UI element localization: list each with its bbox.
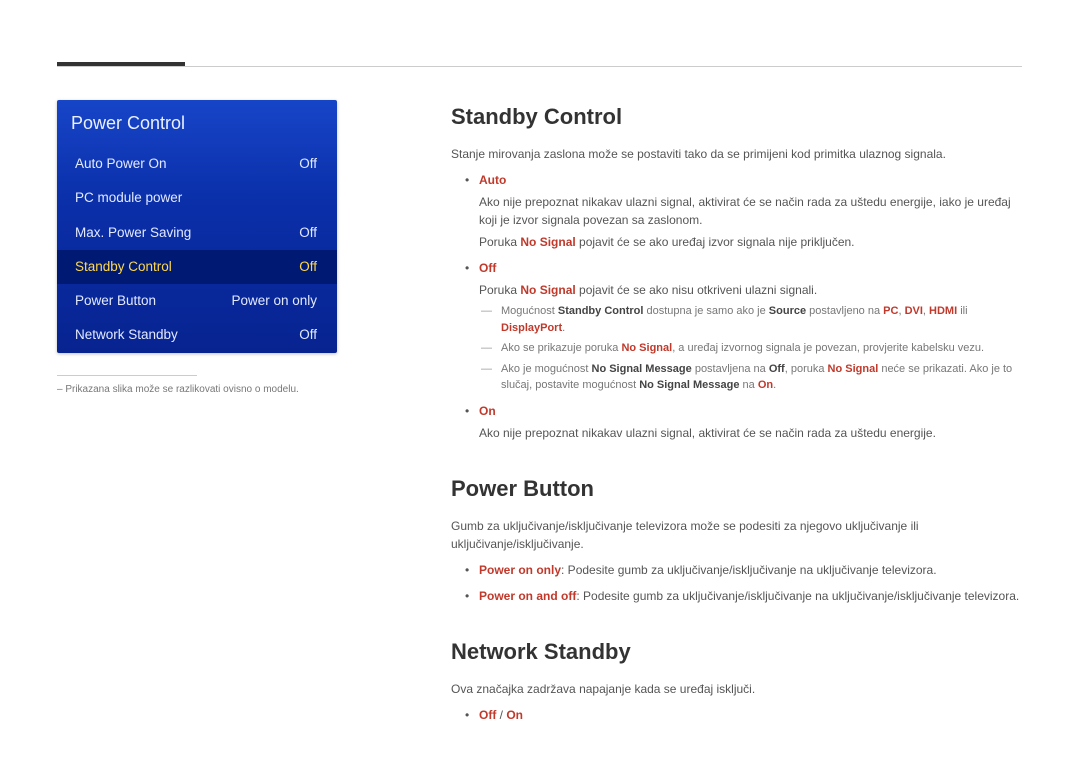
osd-row-value: Power on only: [231, 291, 317, 311]
option-body: Ako nije prepoznat nikakav ulazni signal…: [479, 193, 1022, 229]
osd-row-value: Off: [299, 154, 317, 174]
t: DVI: [905, 305, 923, 317]
option-name: Power on and off: [479, 589, 576, 603]
text: Poruka: [479, 283, 520, 297]
t: .: [773, 379, 776, 391]
t: dostupna je samo ako je: [643, 305, 768, 317]
t: Source: [769, 305, 806, 317]
t: No Signal: [828, 363, 879, 375]
dash-item: Mogućnost Standby Control dostupna je sa…: [497, 303, 1022, 336]
option-name: On: [479, 404, 496, 418]
t: No Signal Message: [639, 379, 739, 391]
osd-row-auto-power-on[interactable]: Auto Power On Off: [57, 147, 337, 181]
option-body: Ako nije prepoznat nikakav ulazni signal…: [479, 424, 1022, 442]
t: No Signal Message: [592, 363, 692, 375]
footnote-rule: [57, 375, 197, 376]
t: postavljeno na: [806, 305, 883, 317]
option-off: Off Poruka No Signal pojavit će se ako n…: [479, 259, 1022, 394]
option-auto: Auto Ako nije prepoznat nikakav ulazni s…: [479, 171, 1022, 251]
osd-row-value: Off: [299, 325, 317, 345]
osd-row-label: Standby Control: [75, 257, 172, 277]
osd-row-label: Network Standby: [75, 325, 178, 345]
content-row: Power Control Auto Power On Off PC modul…: [57, 100, 1022, 732]
t: Off: [769, 363, 785, 375]
osd-title: Power Control: [57, 100, 337, 147]
standby-control-lead: Stanje mirovanja zaslona može se postavi…: [451, 145, 1022, 163]
t: No Signal: [621, 342, 672, 354]
t: HDMI: [929, 305, 957, 317]
text: pojavit će se ako uređaj izvor signala n…: [576, 235, 855, 249]
osd-row-label: PC module power: [75, 188, 182, 208]
option-body-extra: Poruka No Signal pojavit će se ako uređa…: [479, 233, 1022, 251]
osd-row-value: Off: [299, 257, 317, 277]
osd-panel: Power Control Auto Power On Off PC modul…: [57, 100, 337, 353]
osd-row-label: Auto Power On: [75, 154, 167, 174]
no-signal-text: No Signal: [520, 235, 575, 249]
option-body: Poruka No Signal pojavit će se ako nisu …: [479, 281, 1022, 299]
t: Mogućnost: [501, 305, 558, 317]
option-power-on-and-off: Power on and off: Podesite gumb za uklju…: [479, 587, 1022, 605]
osd-row-pc-module-power[interactable]: PC module power: [57, 181, 337, 215]
header-rule: [57, 66, 1022, 67]
osd-row-label: Max. Power Saving: [75, 223, 191, 243]
t: .: [562, 322, 565, 334]
option-power-on-only: Power on only: Podesite gumb za uključiv…: [479, 561, 1022, 579]
dash-item: Ako je mogućnost No Signal Message posta…: [497, 361, 1022, 394]
option-off-on: Off / On: [479, 706, 1022, 724]
t: DisplayPort: [501, 322, 562, 334]
option-desc: : Podesite gumb za uključivanje/isključi…: [576, 589, 1019, 603]
t: na: [739, 379, 757, 391]
osd-row-standby-control[interactable]: Standby Control Off: [57, 250, 337, 284]
left-column: Power Control Auto Power On Off PC modul…: [57, 100, 337, 732]
t: , a uređaj izvornog signala je povezan, …: [672, 342, 984, 354]
option-desc: : Podesite gumb za uključivanje/isključi…: [561, 563, 937, 577]
standby-control-heading: Standby Control: [451, 100, 1022, 133]
power-button-heading: Power Button: [451, 472, 1022, 505]
footnote: – Prikazana slika može se razlikovati ov…: [57, 375, 337, 397]
osd-row-max-power-saving[interactable]: Max. Power Saving Off: [57, 216, 337, 250]
t: PC: [883, 305, 898, 317]
option-on: On Ako nije prepoznat nikakav ulazni sig…: [479, 402, 1022, 442]
text: Poruka: [479, 235, 520, 249]
separator: /: [496, 708, 506, 722]
dash-item: Ako se prikazuje poruka No Signal, a ure…: [497, 340, 1022, 357]
t: Ako se prikazuje poruka: [501, 342, 621, 354]
option-name: Off: [479, 261, 496, 275]
option-off: Off: [479, 708, 496, 722]
no-signal-text: No Signal: [520, 283, 575, 297]
osd-row-power-button[interactable]: Power Button Power on only: [57, 284, 337, 318]
network-standby-options: Off / On: [451, 706, 1022, 724]
text: pojavit će se ako nisu otkriveni ulazni …: [576, 283, 817, 297]
t: ili: [957, 305, 967, 317]
osd-row-value: Off: [299, 223, 317, 243]
osd-row-label: Power Button: [75, 291, 156, 311]
network-standby-lead: Ova značajka zadržava napajanje kada se …: [451, 680, 1022, 698]
network-standby-heading: Network Standby: [451, 635, 1022, 668]
t: On: [758, 379, 773, 391]
dash-list: Mogućnost Standby Control dostupna je sa…: [479, 303, 1022, 394]
footnote-text: – Prikazana slika može se razlikovati ov…: [57, 384, 299, 395]
power-button-lead: Gumb za uključivanje/isključivanje telev…: [451, 517, 1022, 553]
t: postavljena na: [692, 363, 769, 375]
osd-row-network-standby[interactable]: Network Standby Off: [57, 318, 337, 352]
t: , poruka: [785, 363, 828, 375]
option-name: Auto: [479, 173, 506, 187]
option-on: On: [506, 708, 523, 722]
standby-options-list: Auto Ako nije prepoznat nikakav ulazni s…: [451, 171, 1022, 442]
t: Ako je mogućnost: [501, 363, 592, 375]
option-name: Power on only: [479, 563, 561, 577]
power-button-options: Power on only: Podesite gumb za uključiv…: [451, 561, 1022, 605]
t: Standby Control: [558, 305, 644, 317]
right-column: Standby Control Stanje mirovanja zaslona…: [337, 100, 1022, 732]
